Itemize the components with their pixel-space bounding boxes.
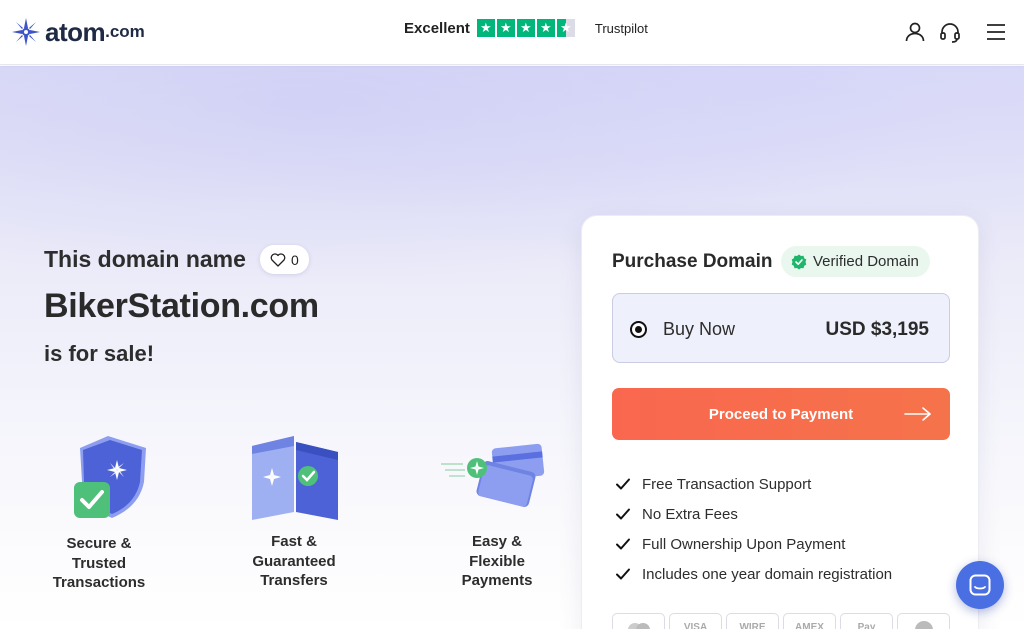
mastercard-icon — [612, 613, 665, 629]
buy-now-option[interactable]: Buy Now USD $3,195 — [612, 293, 950, 363]
shield-check-icon — [74, 436, 146, 518]
payment-logos: VISA WIRE AMEX Pay — [612, 613, 950, 629]
star-icon: ★ — [516, 19, 535, 37]
apple-pay-icon: Pay — [840, 613, 893, 629]
favorite-count: 0 — [290, 251, 299, 268]
feature-transfers-label: Fast & Guaranteed Transfers — [252, 533, 336, 589]
for-sale-text: is for sale! — [44, 341, 155, 366]
proceed-to-payment-button[interactable]: Proceed to Payment — [612, 388, 950, 440]
user-icon[interactable] — [903, 20, 927, 44]
purchase-title: Purchase Domain — [612, 251, 773, 272]
star-icon: ★ — [536, 19, 555, 37]
benefits-list: Free Transaction Support No Extra Fees F… — [614, 469, 892, 589]
browser-transfer-icon — [252, 436, 338, 520]
wire-icon: WIRE — [726, 613, 779, 629]
chat-launcher-button[interactable] — [956, 561, 1004, 609]
benefit-item: No Extra Fees — [614, 499, 892, 529]
trust-stars: ★ ★ ★ ★ ★ — [476, 19, 575, 37]
check-icon — [616, 538, 630, 550]
atom-star-icon — [12, 18, 40, 46]
feature-transfers: Fast & Guaranteed Transfers — [239, 432, 349, 591]
credit-card-icon — [441, 443, 545, 507]
proceed-label: Proceed to Payment — [708, 405, 854, 423]
domain-intro-line: This domain name 0 — [44, 245, 309, 274]
verified-check-icon — [791, 254, 807, 269]
feature-secure-label: Secure & Trusted Transactions — [52, 535, 146, 591]
verified-badge: Verified Domain — [781, 246, 930, 277]
check-icon — [616, 568, 630, 580]
buy-now-radio[interactable] — [630, 321, 647, 338]
purchase-card: Purchase Domain Verified Domain Buy Now … — [581, 215, 979, 629]
arrow-right-icon — [904, 407, 931, 421]
heart-icon — [270, 252, 286, 267]
logo-suffix: .com — [105, 22, 145, 41]
benefit-item: Full Ownership Upon Payment — [614, 529, 892, 559]
check-icon — [616, 508, 630, 520]
trustpilot-widget[interactable]: Excellent ★ ★ ★ ★ ★ Trustpilot — [404, 19, 648, 37]
star-icon: ★ — [476, 19, 495, 37]
bitcoin-icon — [897, 613, 950, 629]
visa-icon: VISA — [669, 613, 722, 629]
benefit-item: Free Transaction Support — [614, 469, 892, 499]
atom-logo[interactable]: atom .com — [11, 17, 145, 47]
favorite-button[interactable]: 0 — [259, 245, 309, 274]
trustpilot-brand: Trustpilot — [594, 20, 648, 36]
feature-payments-label: Easy & Flexible Payments — [461, 533, 533, 589]
buy-now-label: Buy Now — [663, 319, 736, 339]
half-star-icon: ★ — [556, 19, 575, 37]
benefit-item: Includes one year domain registration — [614, 559, 892, 589]
menu-icon[interactable] — [984, 20, 1008, 44]
logo-wordmark: atom — [45, 17, 106, 47]
amex-icon: AMEX — [783, 613, 836, 629]
headset-icon[interactable] — [938, 20, 962, 44]
star-icon: ★ — [496, 19, 515, 37]
feature-payments: Easy & Flexible Payments — [441, 438, 553, 591]
domain-intro-text: This domain name — [44, 246, 246, 272]
domain-name-heading: BikerStation.com — [44, 287, 319, 325]
top-header: atom .com Excellent ★ ★ ★ ★ ★ Trustpilot — [0, 0, 1024, 65]
chat-icon — [969, 574, 991, 596]
buy-now-price: USD $3,195 — [825, 319, 929, 340]
feature-secure: Secure & Trusted Transactions — [44, 432, 154, 593]
trust-rating-word: Excellent — [404, 19, 470, 37]
verified-label: Verified Domain — [813, 253, 919, 270]
check-icon — [616, 478, 630, 490]
